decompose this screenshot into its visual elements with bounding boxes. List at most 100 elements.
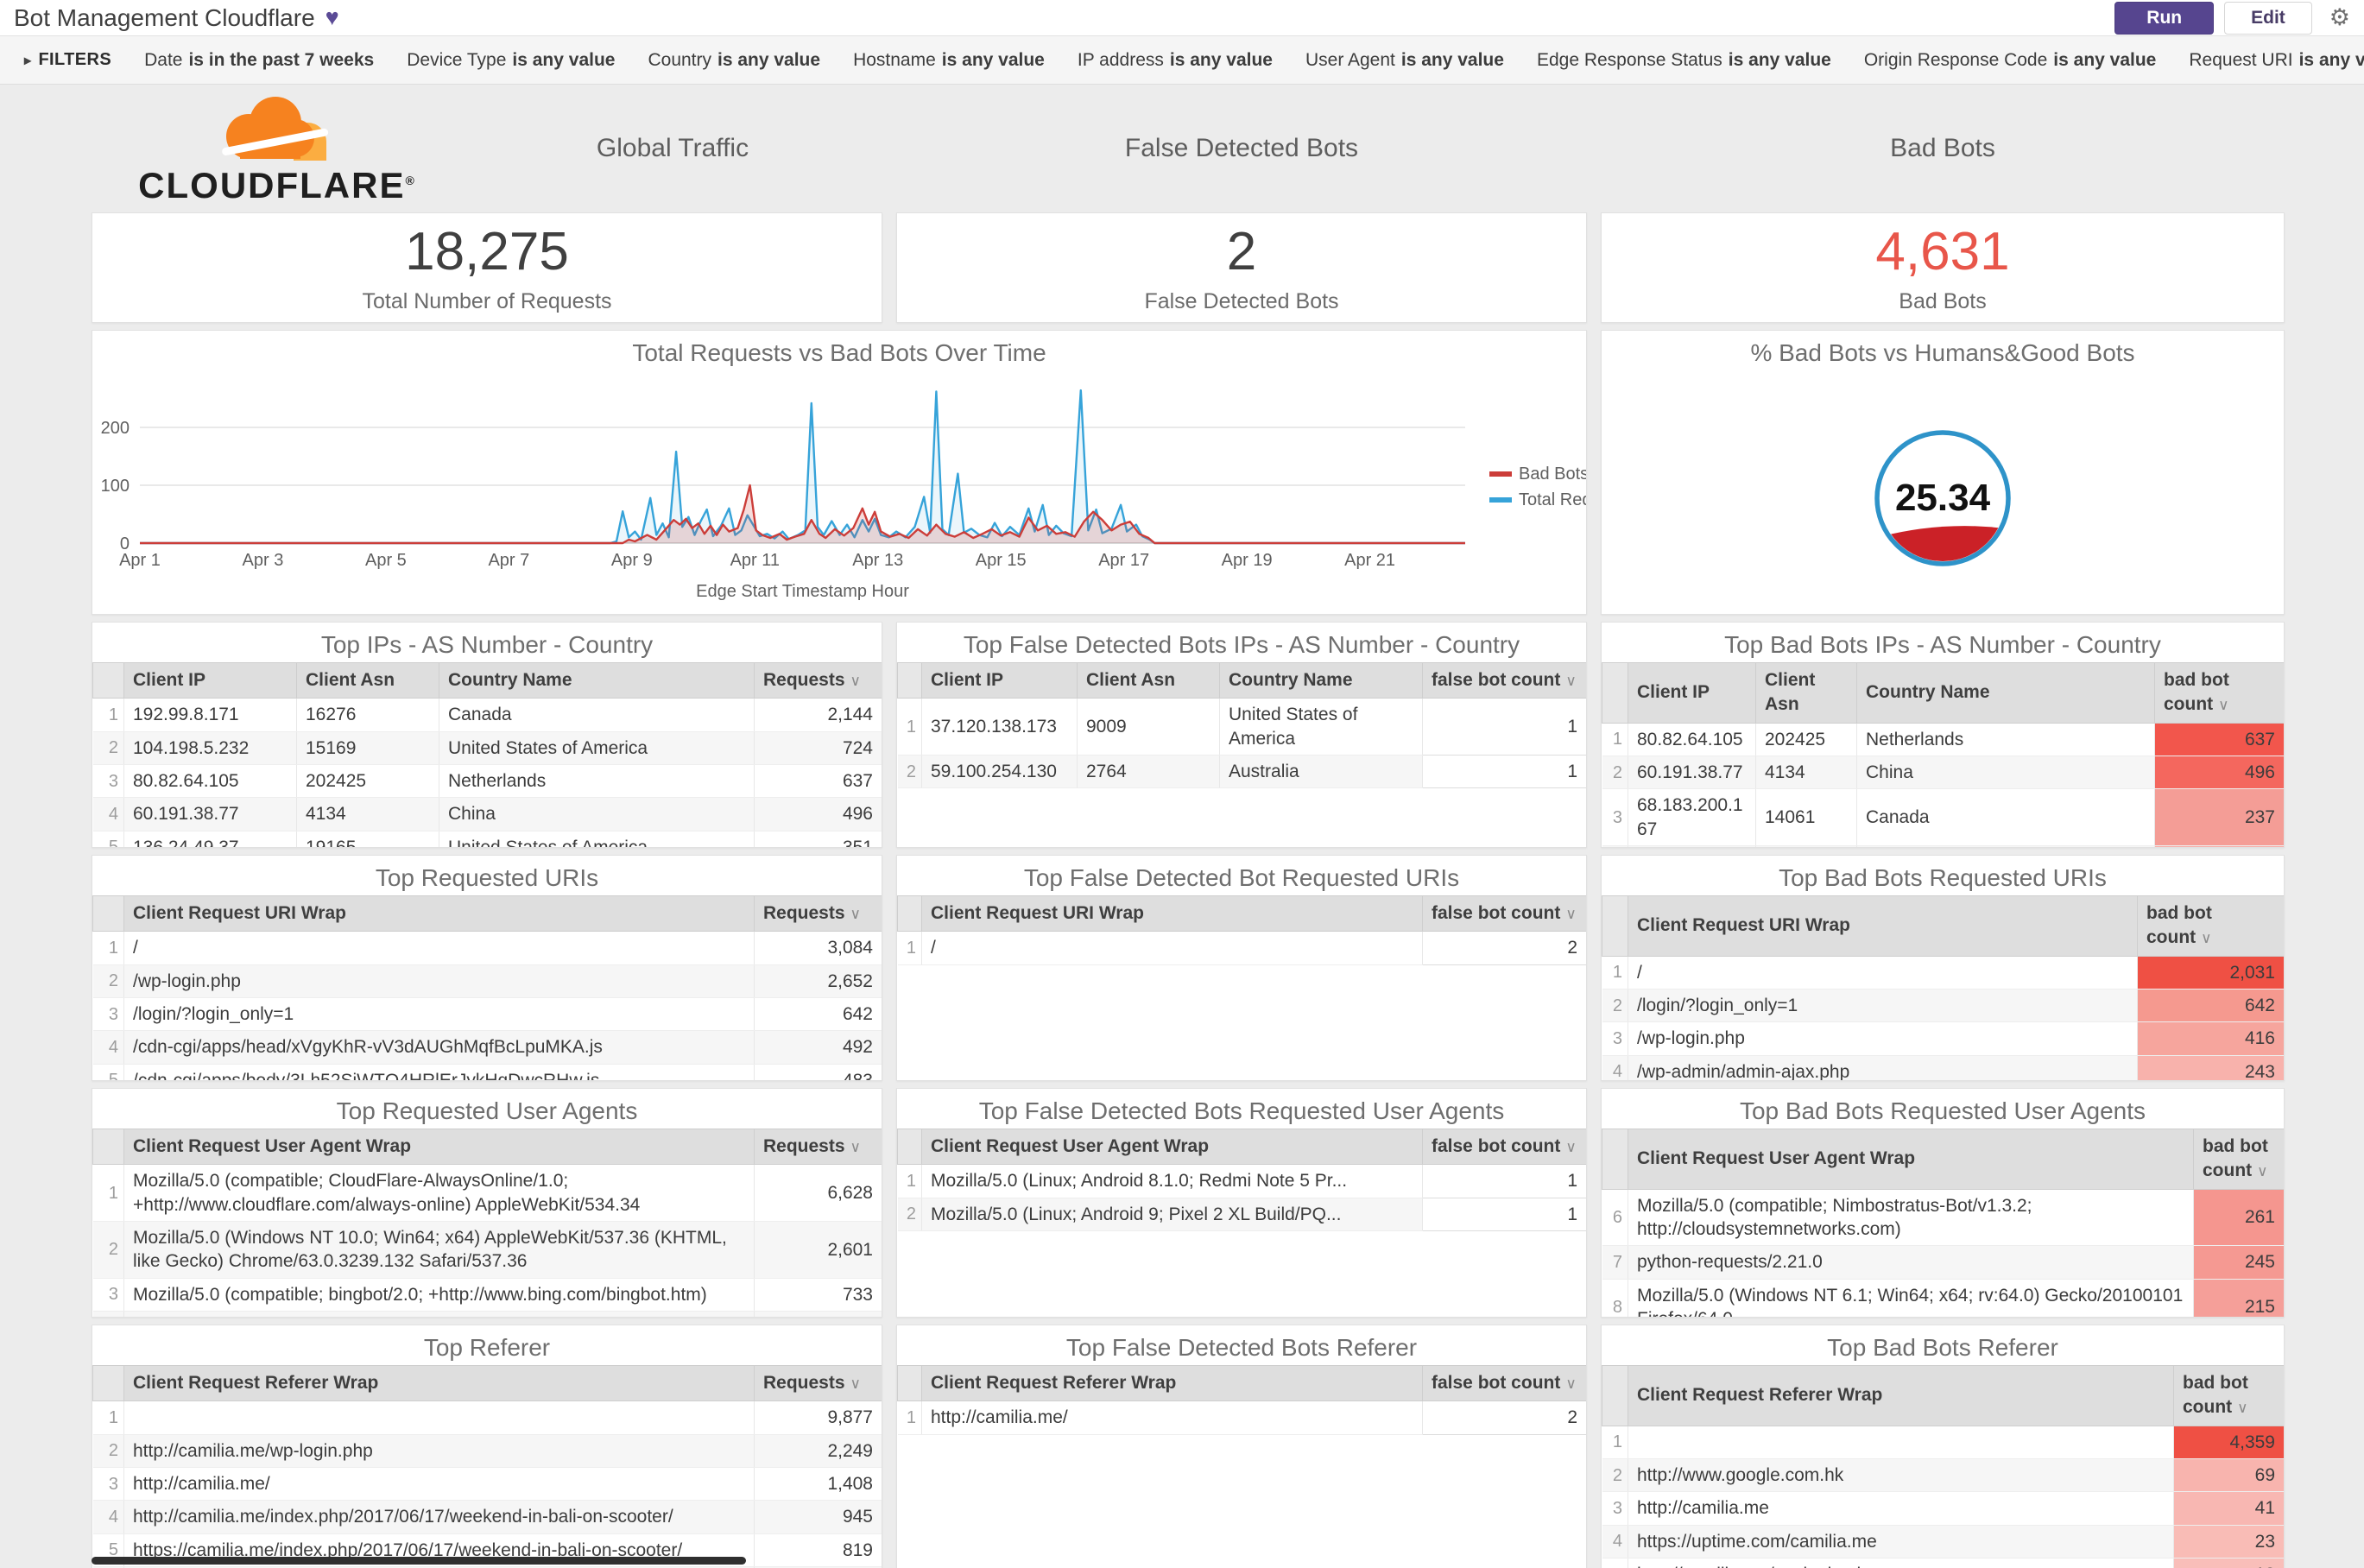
cell: 2 (1422, 931, 1586, 965)
filter-item-hostname[interactable]: Hostname is any value (853, 50, 1045, 70)
bad-ref-table: Client Request Referer Wrap bad bot count… (1602, 1365, 2284, 1568)
filter-items: Date is in the past 7 weeks Device Type is … (144, 50, 2364, 71)
false-uris-col-false-bot-count[interactable]: false bot count ∨ (1422, 895, 1586, 933)
cell: 18 (2173, 1558, 2284, 1568)
filter-item-origin-response-code[interactable]: Origin Response Code is any value (1864, 50, 2157, 70)
filter-item-ip-address[interactable]: IP address is any value (1078, 50, 1273, 70)
horizontal-scrollbar[interactable] (92, 1557, 746, 1565)
table-row: 3 80.82.64.105 202425 Netherlands 637 (92, 764, 882, 799)
table-row: 3/wp-login.php 416 (1602, 1021, 2284, 1056)
cell: Mozilla/5.0 (Linux; Android 9; Pixel 2 X… (921, 1198, 1423, 1231)
filter-item-request-uri[interactable]: Request URIis any value (2189, 50, 2364, 70)
bad-ips-col-client-asn[interactable]: Client Asn (1755, 662, 1857, 724)
bad-bots-gauge[interactable]: 25.34 (1602, 370, 2284, 615)
false-ips-col-country-name[interactable]: Country Name (1219, 661, 1423, 699)
false-uas-title: Top False Detected Bots Requested User A… (978, 1097, 1505, 1124)
bad-ref-col-bad-bot-count[interactable]: bad bot count ∨ (2173, 1365, 2284, 1426)
filter-item-date[interactable]: Date is in the past 7 weeks (144, 50, 374, 70)
table-row: 461.160.221.7323650China144 (1602, 845, 2284, 847)
row-number: 3 (1602, 1491, 1628, 1526)
cell: Australia (1219, 755, 1423, 789)
cell: 2,601 (754, 1221, 882, 1279)
cell: Mozilla/5.0 (compatible; CloudFlare-Alwa… (123, 1164, 755, 1222)
cell: 14061 (1755, 788, 1857, 846)
row-number-header (897, 1128, 922, 1166)
top-ips-col-country-name[interactable]: Country Name (439, 661, 755, 699)
cell: Mozilla/5.0 (Windows NT 10.0; Win64; x64… (123, 1221, 755, 1279)
false-uris-col-client-request-uri-wrap[interactable]: Client Request URI Wrap (921, 895, 1423, 933)
top-uas-col-client-request-user-agent-wrap[interactable]: Client Request User Agent Wrap (123, 1128, 755, 1166)
false-uas-col-client-request-user-agent-wrap[interactable]: Client Request User Agent Wrap (921, 1128, 1423, 1166)
legend-label-1[interactable]: Total Requests (1519, 490, 1586, 509)
filter-item-user-agent[interactable]: User Agent is any value (1305, 50, 1504, 70)
false-uas-col-false-bot-count[interactable]: false bot count ∨ (1422, 1128, 1586, 1166)
table-row: 1/3,084 (92, 931, 882, 965)
bad-ips-col-client-ip[interactable]: Client IP (1628, 662, 1756, 724)
cell: 23 (2173, 1525, 2284, 1559)
gauge-value: 25.34 (1895, 477, 1991, 519)
edit-button[interactable]: Edit (2224, 1, 2312, 35)
tile-false-referer: Top False Detected Bots Referer Client Re… (896, 1325, 1587, 1568)
filters-toggle[interactable]: ▸ FILTERS (24, 50, 111, 70)
bad-uris-col-client-request-uri-wrap[interactable]: Client Request URI Wrap (1628, 895, 2138, 957)
cell: 4134 (296, 797, 439, 831)
cell: http://camilia.me/ (123, 1467, 755, 1502)
top-ips-col-client-asn[interactable]: Client Asn (296, 661, 439, 699)
bad-ips-table: Client IP Client Asn Country Name bad bot c… (1602, 662, 2284, 847)
x-tick-label: Apr 19 (1222, 551, 1273, 570)
bad-ips-col-bad-bot-count[interactable]: bad bot count ∨ (2154, 662, 2284, 724)
filter-field: Origin Response Code (1863, 49, 2048, 70)
bad-uas-col-client-request-user-agent-wrap[interactable]: Client Request User Agent Wrap (1628, 1129, 2194, 1190)
filter-item-device-type[interactable]: Device Type is any value (407, 50, 615, 70)
cell: /login/?login_only=1 (1628, 989, 2138, 1023)
series-line-bad-bots[interactable] (140, 484, 1465, 545)
top-uris-col-requests[interactable]: Requests ∨ (754, 895, 882, 933)
cell: Canada (1856, 788, 2155, 846)
false-ips-col-false-bot-count[interactable]: false bot count ∨ (1422, 661, 1586, 699)
table-row: 5 136.24.49.37 19165 United States of Ameri… (92, 831, 882, 847)
filter-item-country[interactable]: Country is any value (648, 50, 820, 70)
filter-field: Country (648, 49, 711, 70)
table-row: 1/2,031 (1602, 956, 2284, 989)
top-ref-col-client-request-referer-wrap[interactable]: Client Request Referer Wrap (123, 1364, 755, 1402)
cell: /wp-login.php (1628, 1021, 2138, 1056)
top-uris-col-client-request-uri-wrap[interactable]: Client Request URI Wrap (123, 895, 755, 933)
gear-icon[interactable]: ⚙ (2329, 4, 2350, 31)
top-ips-col-requests[interactable]: Requests ∨ (754, 661, 882, 699)
cell: /cdn-cgi/apps/body/3Lh52SjWTQ4HRlErJykHq… (123, 1064, 755, 1080)
section-title-global-traffic: Global Traffic (596, 134, 749, 162)
bad-uris-col-bad-bot-count[interactable]: bad bot count ∨ (2137, 895, 2284, 957)
top-ref-table: Client Request Referer Wrap Requests ∨ 1 9,8… (92, 1364, 882, 1568)
legend-label-0[interactable]: Bad Bots (1519, 465, 1586, 484)
top-uas-col-requests[interactable]: Requests ∨ (754, 1128, 882, 1166)
top-uris-title: Top Requested URIs (375, 864, 599, 891)
top-ref-col-requests[interactable]: Requests ∨ (754, 1364, 882, 1402)
bad-ref-col-client-request-referer-wrap[interactable]: Client Request Referer Wrap (1628, 1365, 2174, 1426)
row-number-header (1602, 662, 1628, 724)
timeseries-chart-tile: Total Requests vs Bad Bots Over Time 0 10… (92, 330, 1587, 615)
bad-ips-col-country-name[interactable]: Country Name (1856, 662, 2155, 724)
false-ref-col-false-bot-count[interactable]: false bot count ∨ (1422, 1364, 1586, 1402)
x-tick-label: Apr 11 (730, 551, 780, 570)
table-row: 3 http://camilia.me 41 (1602, 1491, 2284, 1526)
tile-false-uas: Top False Detected Bots Requested User A… (896, 1088, 1587, 1318)
top-ips-col-client-ip[interactable]: Client IP (123, 661, 297, 699)
series-line-total-requests[interactable] (140, 389, 1465, 545)
cell: 144 (2154, 845, 2284, 847)
cell: 69 (2173, 1458, 2284, 1493)
filter-field: User Agent (1305, 49, 1395, 70)
bad-uas-col-bad-bot-count[interactable]: bad bot count ∨ (2193, 1129, 2284, 1190)
row-number: 2 (1602, 1458, 1628, 1493)
cell: 416 (2137, 1021, 2284, 1056)
top-ips-title: Top IPs - AS Number - Country (320, 631, 654, 658)
run-button[interactable]: Run (2114, 1, 2215, 35)
table-row: 2/login/?login_only=1 642 (1602, 989, 2284, 1023)
table-row: 8 Mozilla/5.0 (Windows NT 6.1; Win64; x64… (1602, 1279, 2284, 1317)
false-ips-col-client-ip[interactable]: Client IP (921, 661, 1078, 699)
table-row: 4/wp-admin/admin-ajax.php 243 (1602, 1055, 2284, 1080)
filter-item-edge-response-status[interactable]: Edge Response Status is any value (1537, 50, 1831, 70)
cell: 243 (2137, 1055, 2284, 1080)
false-ips-col-client-asn[interactable]: Client Asn (1077, 661, 1220, 699)
timeseries-chart[interactable]: 0100200Apr 1 Apr 3 Apr 5 Apr 7 Apr 9 Apr 11 Ap… (92, 370, 1586, 615)
false-ref-col-client-request-referer-wrap[interactable]: Client Request Referer Wrap (921, 1364, 1423, 1402)
